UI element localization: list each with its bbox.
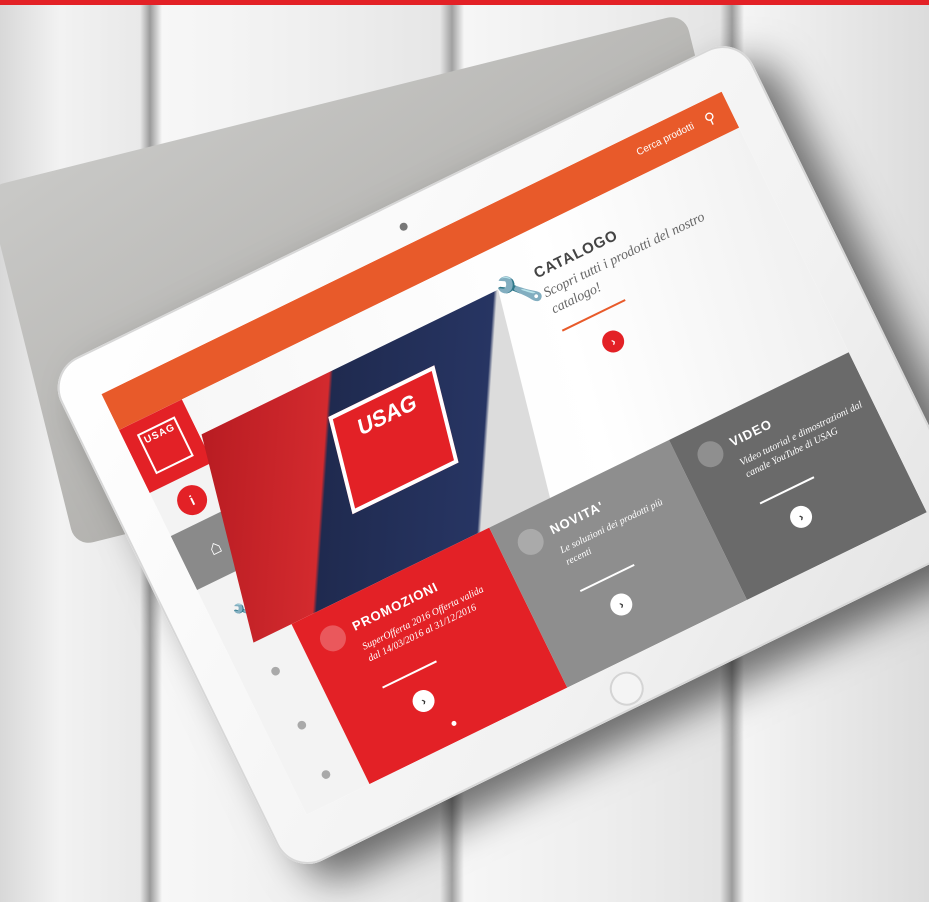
camera-icon xyxy=(398,221,410,233)
video-icon xyxy=(693,436,728,472)
book-logo: USAG xyxy=(328,365,459,515)
home-button[interactable] xyxy=(604,665,650,712)
carousel-dot[interactable] xyxy=(450,720,458,727)
video-arrow-button[interactable]: › xyxy=(786,502,816,532)
video-body: Video tutorial e dimostrazioni dal canal… xyxy=(738,399,865,481)
news-arrow-button[interactable]: › xyxy=(606,589,637,620)
news-body: Le soluzioni dei prodotti più recenti xyxy=(558,496,665,568)
logo-box: USAG xyxy=(136,416,194,475)
promo-arrow-button[interactable]: › xyxy=(408,686,439,716)
news-icon xyxy=(513,524,549,560)
search-icon[interactable]: ⚲ xyxy=(697,106,724,133)
divider xyxy=(579,563,635,593)
info-icon[interactable]: i xyxy=(172,480,213,521)
divider xyxy=(382,660,437,689)
divider xyxy=(759,476,815,505)
catalog-arrow-button[interactable]: › xyxy=(598,326,628,357)
top-accent-bar xyxy=(0,0,929,5)
carousel-dots xyxy=(447,710,465,731)
promo-icon xyxy=(315,620,351,656)
logo-text: USAG xyxy=(142,421,178,447)
